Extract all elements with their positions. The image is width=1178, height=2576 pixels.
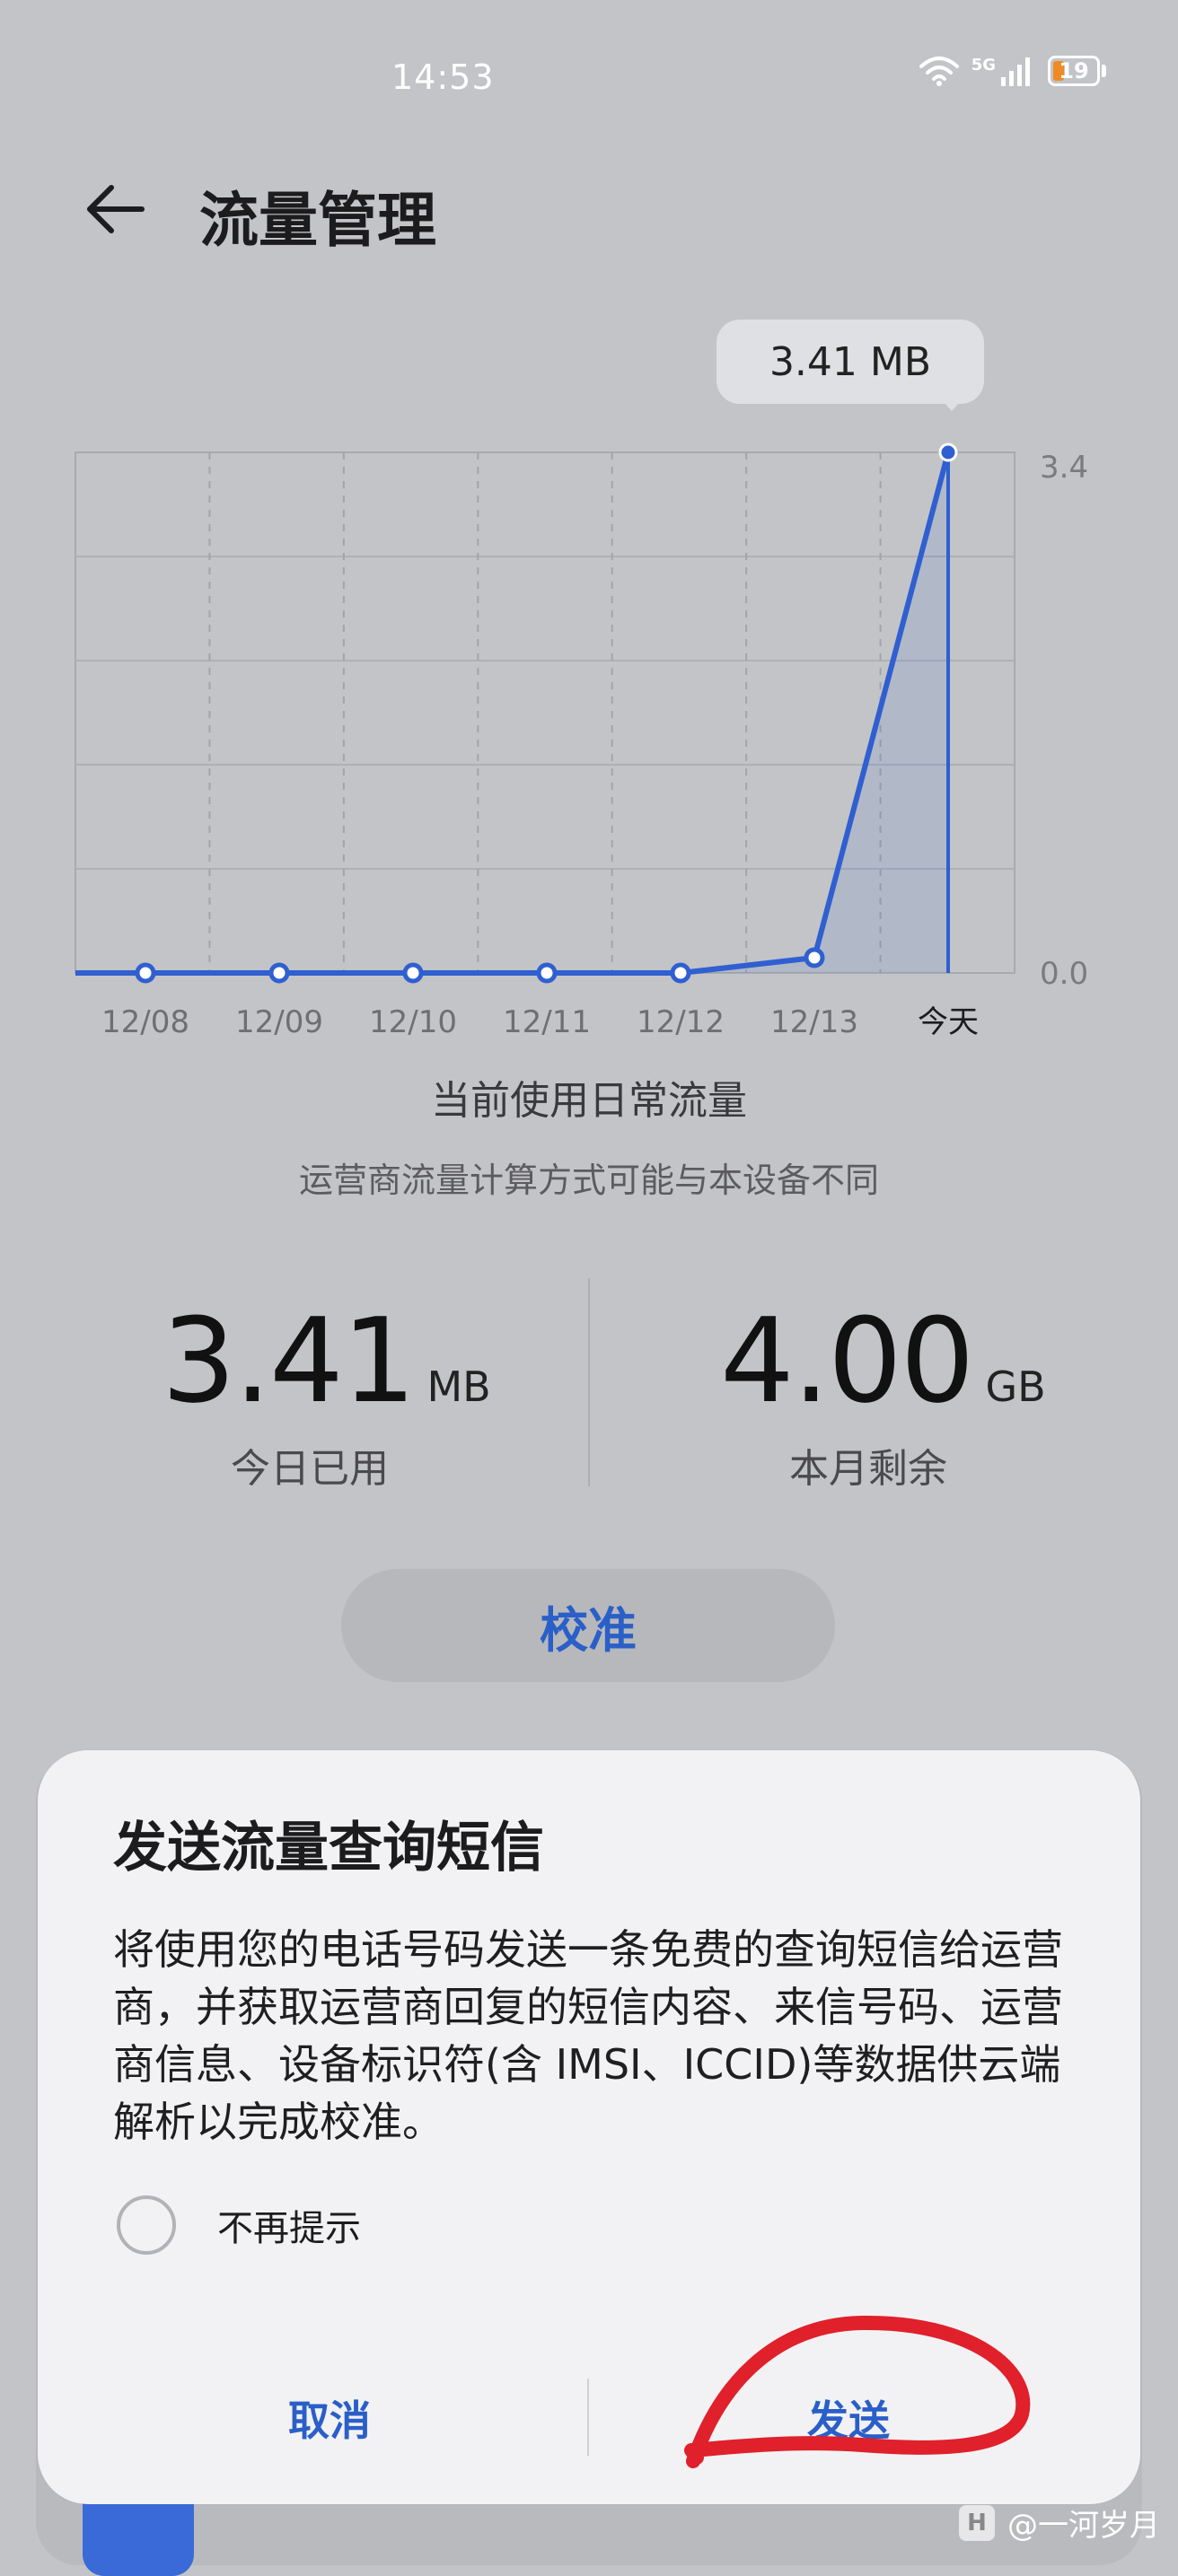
- status-icons: 5G 19: [919, 56, 1106, 86]
- remaining-stat: 4.00 GB: [720, 1292, 1046, 1429]
- remaining-value: 4.00: [720, 1292, 974, 1429]
- used-label: 今日已用: [231, 1446, 389, 1492]
- chart-point: [670, 962, 691, 984]
- chart-x-tick-label: 12/12: [637, 1004, 725, 1040]
- chart-point: [536, 962, 558, 984]
- dont-remind-radio[interactable]: [117, 2195, 176, 2255]
- chart-y-tick-label: 0.0: [1040, 956, 1088, 992]
- summary-note: 运营商流量计算方式可能与本设备不同: [298, 1161, 879, 1200]
- network-type: 5G: [971, 56, 996, 74]
- watermark-text: @一河岁月: [1007, 2508, 1160, 2544]
- status-time: 14:53: [391, 57, 495, 97]
- chart-y-tick-label: 3.4: [1040, 450, 1088, 486]
- chart-point: [402, 962, 424, 984]
- chart-point: [135, 962, 156, 984]
- summary-title: 当前使用日常流量: [431, 1078, 747, 1124]
- send-button[interactable]: 发送: [629, 2362, 1068, 2474]
- chart-x-tick-label: 12/13: [770, 1004, 858, 1040]
- used-value: 3.41: [162, 1292, 416, 1429]
- page-title: 流量管理: [199, 186, 436, 255]
- chart-point-highlight: [938, 442, 958, 462]
- watermark: H @一河岁月: [959, 2501, 1160, 2545]
- remaining-unit: GB: [985, 1362, 1046, 1411]
- chart-x-tick-label: 12/08: [101, 1004, 189, 1040]
- cancel-button[interactable]: 取消: [110, 2362, 549, 2474]
- back-arrow-icon: [87, 185, 145, 233]
- back-button[interactable]: [72, 167, 156, 251]
- chart-x-tick-label: 今天: [918, 1004, 979, 1040]
- used-unit: MB: [426, 1362, 491, 1411]
- dont-remind-label: 不再提示: [217, 2208, 361, 2249]
- usage-chart[interactable]: 12/08 12/09 12/10 12/11 12/12 12/13 今天 3.4 0.0: [0, 305, 1178, 1059]
- used-today-stat: 3.41 MB: [162, 1292, 491, 1429]
- signal-icon: [1001, 57, 1030, 86]
- stat-divider: [588, 1278, 590, 1486]
- chart-x-tick-label: 12/09: [235, 1004, 323, 1040]
- dont-remind-option[interactable]: 不再提示: [117, 2195, 361, 2255]
- watermark-logo-icon: H: [959, 2504, 995, 2541]
- chart-x-tick-label: 12/10: [369, 1004, 457, 1040]
- chart-area-fill: [145, 452, 948, 973]
- battery-icon: 19: [1048, 56, 1100, 86]
- button-divider: [587, 2379, 589, 2456]
- remaining-label: 本月剩余: [789, 1446, 947, 1492]
- chart-x-tick-label: 12/11: [503, 1004, 591, 1040]
- battery-level: 19: [1059, 58, 1089, 83]
- dialog-title: 发送流量查询短信: [113, 1817, 544, 1879]
- battery-cap: [1102, 65, 1106, 77]
- chart-point: [804, 947, 825, 968]
- wifi-icon: [919, 57, 959, 86]
- dialog-body: 将使用您的电话号码发送一条免费的查询短信给运营商，并获取运营商回复的短信内容、来…: [113, 1925, 1063, 2146]
- chart-series-line: [75, 451, 951, 976]
- chart-point: [268, 962, 290, 984]
- calibrate-button[interactable]: 校准: [341, 1569, 835, 1682]
